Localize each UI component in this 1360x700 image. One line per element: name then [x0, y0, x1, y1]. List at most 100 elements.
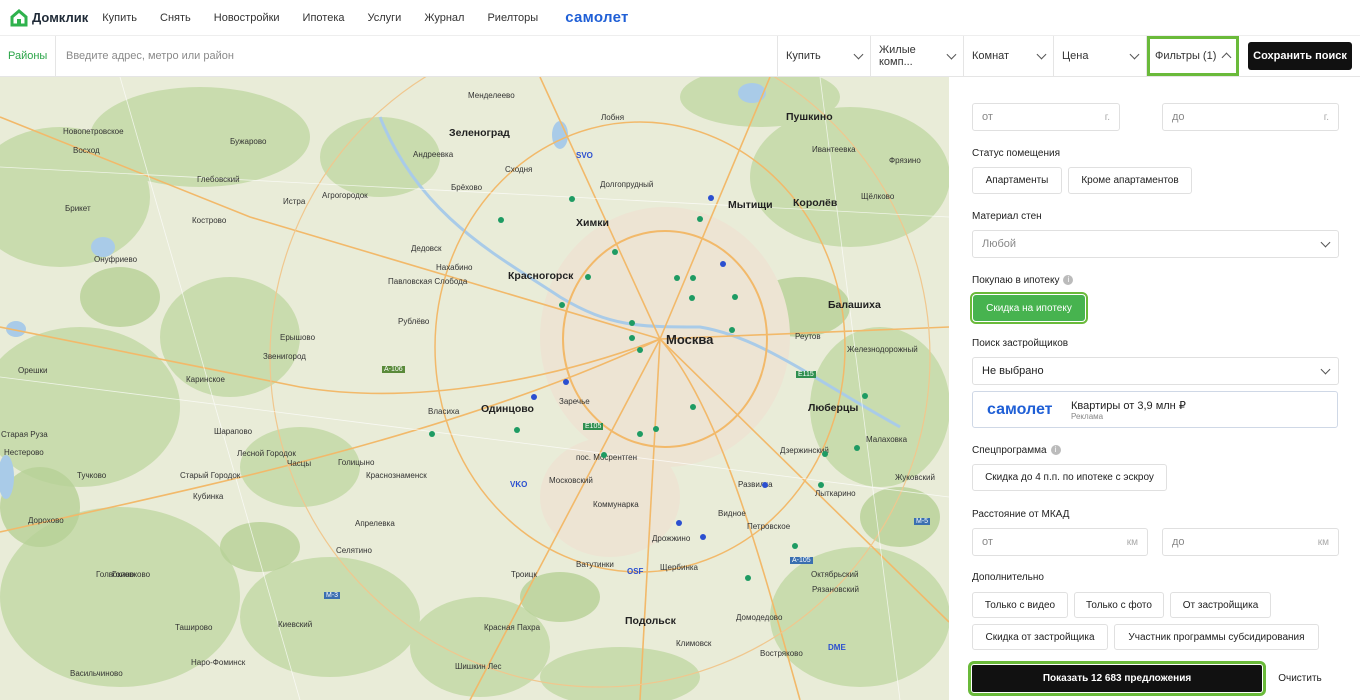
from-developer-chip[interactable]: От застройщика	[1170, 592, 1271, 618]
mkad-to-input[interactable]: до км	[1162, 528, 1339, 556]
listing-pin[interactable]	[612, 249, 618, 255]
samolet-ad-banner[interactable]: самолет Квартиры от 3,9 млн ₽ Реклама	[972, 391, 1338, 428]
listing-pin[interactable]	[629, 320, 635, 326]
map-label: Троицк	[511, 570, 537, 579]
listing-pin[interactable]	[637, 347, 643, 353]
listing-pin[interactable]	[629, 335, 635, 341]
property-type-dropdown[interactable]: Жилые комп...	[871, 36, 964, 76]
year-to-input[interactable]: до г.	[1162, 103, 1339, 131]
listing-pin[interactable]	[653, 426, 659, 432]
map-label-city: Королёв	[793, 197, 838, 209]
map-label: Власиха	[428, 407, 460, 416]
listing-pin[interactable]	[601, 452, 607, 458]
mortgage-discount-chip[interactable]: Скидка на ипотеку	[970, 292, 1088, 324]
listing-pin[interactable]	[563, 379, 569, 385]
map-label: Реутов	[795, 332, 821, 341]
listing-pin[interactable]	[689, 295, 695, 301]
status-title: Статус помещения	[972, 148, 1061, 159]
filters-panel: от г. до г. Статус помещения Апартаменты…	[950, 77, 1360, 700]
chevron-down-icon	[1320, 364, 1331, 374]
listing-pin[interactable]	[690, 404, 696, 410]
listing-pin[interactable]	[690, 275, 696, 281]
status-not-apartments-chip[interactable]: Кроме апартаментов	[1068, 167, 1192, 194]
clear-filters-button[interactable]: Очистить	[1271, 663, 1329, 693]
listing-pin[interactable]	[745, 575, 751, 581]
listing-pin[interactable]	[854, 445, 860, 451]
map-label: Видное	[718, 509, 746, 518]
map-label-city: Красногорск	[508, 270, 574, 282]
listing-pin[interactable]	[792, 543, 798, 549]
deal-type-dropdown[interactable]: Купить	[778, 36, 871, 76]
listing-pin[interactable]	[674, 275, 680, 281]
districts-button[interactable]: Районы	[0, 36, 56, 76]
map-label: Долгопрудный	[600, 180, 654, 189]
nav-new-buildings[interactable]: Новостройки	[214, 12, 280, 24]
save-search-button[interactable]: Сохранить поиск	[1248, 42, 1352, 70]
listing-pin[interactable]	[514, 427, 520, 433]
map[interactable]: Москва Зеленоград Химки Мытищи Королёв К…	[0, 77, 949, 700]
property-type-label: Жилые комп...	[879, 44, 916, 68]
nav-realtors[interactable]: Риелторы	[487, 12, 538, 24]
subsidy-program-chip[interactable]: Участник программы субсидирования	[1114, 624, 1319, 650]
map-label-city: Зеленоград	[449, 127, 510, 139]
listing-pin[interactable]	[862, 393, 868, 399]
filters-dropdown[interactable]: Фильтры (1)	[1147, 36, 1239, 76]
developer-discount-chip[interactable]: Скидка от застройщика	[972, 624, 1108, 650]
year-to-placeholder: до	[1172, 111, 1185, 123]
listing-pin[interactable]	[531, 394, 537, 400]
listing-pin[interactable]	[720, 261, 726, 267]
listing-pin[interactable]	[822, 451, 828, 457]
price-dropdown[interactable]: Цена	[1054, 36, 1147, 76]
listing-pin[interactable]	[729, 327, 735, 333]
listing-pin[interactable]	[569, 196, 575, 202]
chevron-down-icon	[1036, 49, 1047, 59]
nav-journal[interactable]: Журнал	[424, 12, 464, 24]
address-search-input[interactable]: Введите адрес, метро или район	[56, 36, 778, 76]
listing-pin[interactable]	[762, 482, 768, 488]
listing-pin[interactable]	[559, 302, 565, 308]
nav-mortgage[interactable]: Ипотека	[303, 12, 345, 24]
airport-label: SVO	[576, 151, 593, 160]
nav-services[interactable]: Услуги	[368, 12, 402, 24]
escrow-discount-chip[interactable]: Скидка до 4 п.п. по ипотеке с эскроу	[972, 464, 1167, 491]
domclick-logo[interactable]: Домклик	[10, 8, 88, 27]
listing-pin[interactable]	[732, 294, 738, 300]
listing-pin[interactable]	[818, 482, 824, 488]
listing-pin[interactable]	[697, 216, 703, 222]
map-label: Часцы	[287, 459, 312, 468]
year-from-input[interactable]: от г.	[972, 103, 1120, 131]
info-icon[interactable]: i	[1050, 445, 1061, 455]
status-apartments-chip[interactable]: Апартаменты	[972, 167, 1062, 194]
listing-pin[interactable]	[498, 217, 504, 223]
map-label: Кубинка	[193, 492, 224, 501]
map-label: Апрелевка	[355, 519, 395, 528]
map-label: Железнодорожный	[847, 345, 918, 354]
only-photo-chip[interactable]: Только с фото	[1074, 592, 1164, 618]
listing-pin[interactable]	[676, 520, 682, 526]
road-badge: M-3	[324, 592, 341, 599]
map-label: Брикет	[65, 204, 91, 213]
nav-buy[interactable]: Купить	[102, 12, 137, 24]
km-unit: км	[1126, 536, 1138, 548]
samolet-brand-link[interactable]: самолет	[565, 9, 628, 26]
mkad-from-input[interactable]: от км	[972, 528, 1148, 556]
nav-rent[interactable]: Снять	[160, 12, 191, 24]
map-label: Жуковский	[895, 473, 935, 482]
listing-pin[interactable]	[585, 274, 591, 280]
map-label: Лыткарино	[815, 489, 856, 498]
info-icon[interactable]: i	[1063, 275, 1074, 285]
walls-material-select[interactable]: Любой	[972, 230, 1339, 258]
show-results-button[interactable]: Показать 12 683 предложения	[968, 661, 1266, 696]
listing-pin[interactable]	[708, 195, 714, 201]
search-bar: Районы Введите адрес, метро или район Ку…	[0, 36, 1360, 77]
developer-select[interactable]: Не выбрано	[972, 357, 1339, 385]
listing-pin[interactable]	[700, 534, 706, 540]
listing-pin[interactable]	[429, 431, 435, 437]
extra-title: Дополнительно	[972, 572, 1044, 583]
rooms-dropdown[interactable]: Комнат	[964, 36, 1054, 76]
map-label: Московский	[549, 476, 593, 485]
listing-pin[interactable]	[637, 431, 643, 437]
only-video-chip[interactable]: Только с видео	[972, 592, 1068, 618]
map-label: Ивантеевка	[812, 145, 856, 154]
map-label: Андреевка	[413, 150, 454, 159]
